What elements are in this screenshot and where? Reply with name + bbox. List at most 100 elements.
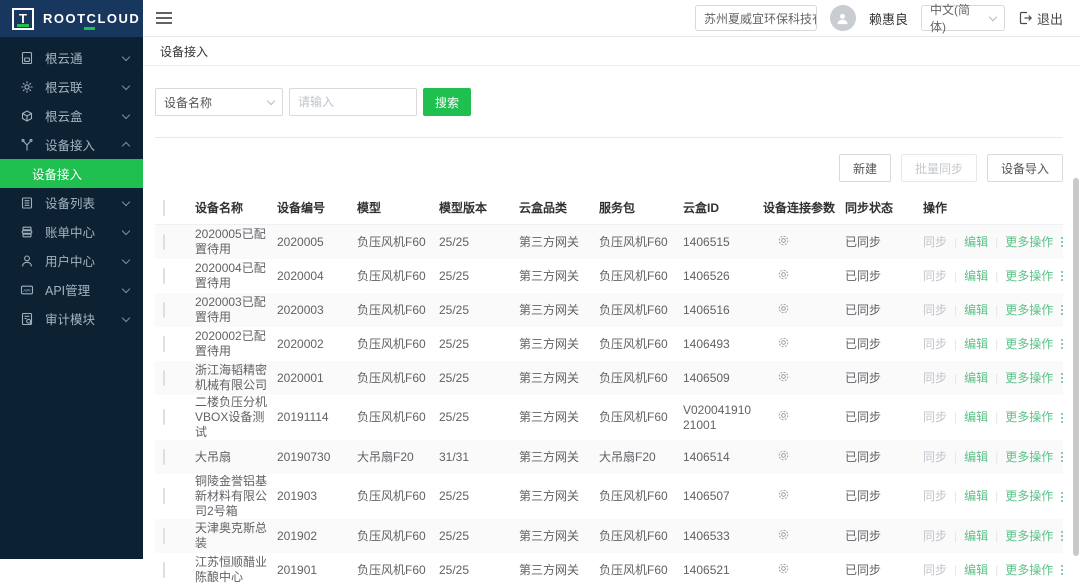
more-dots-icon[interactable]	[1061, 452, 1063, 462]
chevron-down-icon	[989, 13, 997, 21]
edit-action[interactable]: 编辑	[964, 337, 988, 352]
more-actions[interactable]: 更多操作	[1005, 563, 1053, 578]
row-checkbox[interactable]	[163, 528, 165, 544]
search-input[interactable]	[289, 88, 417, 116]
edit-action[interactable]: 编辑	[964, 529, 988, 544]
batch-sync-button[interactable]: 批量同步	[901, 154, 977, 182]
language-select[interactable]: 中文(简体)	[921, 5, 1005, 31]
more-dots-icon[interactable]	[1061, 339, 1063, 349]
gear-icon[interactable]	[777, 234, 790, 251]
search-button[interactable]: 搜索	[423, 88, 471, 116]
sidebar-item-sim-card[interactable]: 根云通	[0, 43, 143, 72]
sidebar-item-box[interactable]: 根云盒	[0, 101, 143, 130]
company-select[interactable]: 苏州夏威宜环保科技有限...	[695, 5, 817, 31]
sidebar-item-network[interactable]: 根云联	[0, 72, 143, 101]
sync-action[interactable]: 同步	[923, 529, 947, 544]
column-header-4: 云盒品类	[519, 201, 599, 216]
service-package: 负压风机F60	[599, 410, 683, 425]
edit-action[interactable]: 编辑	[964, 303, 988, 318]
more-actions[interactable]: 更多操作	[1005, 269, 1053, 284]
model-version: 25/25	[439, 303, 519, 318]
sync-action[interactable]: 同步	[923, 450, 947, 465]
new-button[interactable]: 新建	[839, 154, 891, 182]
sidebar-item-api[interactable]: APIAPI管理	[0, 275, 143, 304]
gear-icon[interactable]	[777, 488, 790, 505]
vertical-scrollbar[interactable]	[1073, 178, 1079, 556]
row-checkbox[interactable]	[163, 488, 165, 504]
more-actions[interactable]: 更多操作	[1005, 410, 1053, 425]
sync-action[interactable]: 同步	[923, 235, 947, 250]
more-dots-icon[interactable]	[1061, 373, 1063, 383]
sync-action[interactable]: 同步	[923, 337, 947, 352]
edit-action[interactable]: 编辑	[964, 410, 988, 425]
gear-icon[interactable]	[777, 370, 790, 387]
column-header-2: 模型	[357, 201, 439, 216]
more-dots-icon[interactable]	[1061, 305, 1063, 315]
row-actions: 同步|编辑|更多操作	[923, 371, 1071, 386]
connection-params-cell	[777, 336, 845, 353]
gear-icon[interactable]	[777, 302, 790, 319]
sync-status: 已同步	[845, 303, 923, 318]
edit-action[interactable]: 编辑	[964, 489, 988, 504]
action-separator: |	[995, 410, 998, 425]
sidebar-item-branch[interactable]: 设备接入	[0, 130, 143, 159]
more-dots-icon[interactable]	[1061, 237, 1063, 247]
more-actions[interactable]: 更多操作	[1005, 489, 1053, 504]
edit-action[interactable]: 编辑	[964, 563, 988, 578]
gear-icon[interactable]	[777, 409, 790, 426]
chevron-down-icon	[122, 284, 130, 292]
sync-action[interactable]: 同步	[923, 371, 947, 386]
row-checkbox[interactable]	[163, 302, 165, 318]
more-actions[interactable]: 更多操作	[1005, 303, 1053, 318]
device-code: 2020005	[277, 235, 357, 250]
more-dots-icon[interactable]	[1061, 492, 1063, 502]
sync-action[interactable]: 同步	[923, 489, 947, 504]
sidebar-item-audit[interactable]: 审计模块	[0, 304, 143, 333]
sidebar-item-list[interactable]: 设备列表	[0, 188, 143, 217]
edit-action[interactable]: 编辑	[964, 450, 988, 465]
more-actions[interactable]: 更多操作	[1005, 529, 1053, 544]
sidebar-item-user[interactable]: 用户中心	[0, 246, 143, 275]
row-checkbox[interactable]	[163, 268, 165, 284]
sim-card-icon	[20, 51, 34, 65]
edit-action[interactable]: 编辑	[964, 235, 988, 250]
import-button[interactable]: 设备导入	[987, 154, 1063, 182]
column-header-8: 同步状态	[845, 201, 923, 216]
device-code: 201903	[277, 489, 357, 504]
action-separator: |	[954, 410, 957, 425]
row-checkbox[interactable]	[163, 336, 165, 352]
gear-icon[interactable]	[777, 268, 790, 285]
edit-action[interactable]: 编辑	[964, 269, 988, 284]
search-field-select[interactable]: 设备名称	[155, 88, 283, 116]
row-checkbox[interactable]	[163, 370, 165, 386]
sync-action[interactable]: 同步	[923, 563, 947, 578]
more-actions[interactable]: 更多操作	[1005, 337, 1053, 352]
more-dots-icon[interactable]	[1061, 413, 1063, 423]
more-dots-icon[interactable]	[1061, 565, 1063, 575]
logout-button[interactable]: 退出	[1018, 9, 1063, 28]
more-dots-icon[interactable]	[1061, 531, 1063, 541]
sync-action[interactable]: 同步	[923, 303, 947, 318]
more-actions[interactable]: 更多操作	[1005, 235, 1053, 250]
avatar[interactable]	[830, 5, 856, 31]
gear-icon[interactable]	[777, 449, 790, 466]
row-checkbox[interactable]	[163, 449, 165, 465]
row-checkbox[interactable]	[163, 562, 165, 578]
more-dots-icon[interactable]	[1061, 271, 1063, 281]
edit-action[interactable]: 编辑	[964, 371, 988, 386]
sync-action[interactable]: 同步	[923, 410, 947, 425]
sidebar-item-billing[interactable]: 账单中心	[0, 217, 143, 246]
gear-icon[interactable]	[777, 336, 790, 353]
sidebar-item-label: 设备接入	[45, 135, 123, 154]
gear-icon[interactable]	[777, 562, 790, 579]
more-actions[interactable]: 更多操作	[1005, 450, 1053, 465]
row-checkbox[interactable]	[163, 409, 165, 425]
sync-action[interactable]: 同步	[923, 269, 947, 284]
action-separator: |	[954, 235, 957, 250]
row-checkbox[interactable]	[163, 234, 165, 250]
gear-icon[interactable]	[777, 528, 790, 545]
select-all-checkbox[interactable]	[163, 200, 165, 216]
hamburger-menu-icon[interactable]	[156, 12, 172, 24]
sidebar-subitem-branch[interactable]: 设备接入	[0, 159, 143, 188]
more-actions[interactable]: 更多操作	[1005, 371, 1053, 386]
